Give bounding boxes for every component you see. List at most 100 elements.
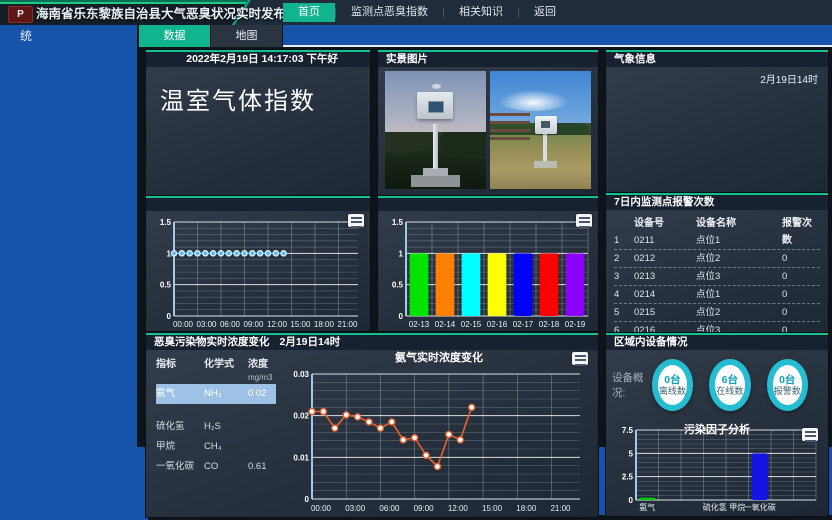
tab-row: 统 数据地图 [0,25,832,47]
app-title-wrap: 统 [20,25,32,47]
stat-circle-2: 6台在线数 [709,359,750,411]
nav-item-2[interactable]: 监测点恶臭指数 [336,3,443,22]
greenhouse-trend-svg: 00:0003:0006:0009:0012:0015:0018:0021:00… [148,212,368,329]
tab-1[interactable]: 数据 [139,25,210,47]
tab-2[interactable]: 地图 [211,25,282,47]
table-cell [248,437,276,457]
nav-item-3[interactable]: 相关知识 [444,3,518,22]
svg-text:5: 5 [629,449,634,458]
weather-date: 2月19日14时 [606,67,828,86]
table-cell: 0 [782,232,820,249]
table-cell: 0215 [634,304,696,321]
ammonia-chart-title: 氨气实时浓度变化 [280,350,598,367]
svg-text:0.02: 0.02 [293,412,309,421]
table-row: 30213点位30 [614,268,820,286]
svg-text:18:00: 18:00 [314,320,335,329]
svg-text:2.5: 2.5 [622,473,634,482]
svg-text:03:00: 03:00 [345,504,366,513]
daily-odor-index-svg: 02-1302-1402-1502-1602-1702-1802-1900.51… [380,212,596,329]
alarms-title: 7日内监测点报警次数 [614,195,714,210]
logo-icon: P [17,10,24,20]
odor-body: 指标化学式浓度mg/m3 氨气NH₃0.02硫化氢H₂S甲烷CH₄一氧化碳CO0… [146,350,598,515]
table-cell: 0 [782,250,820,267]
ammonia-trend-chart: 00:0003:0006:0009:0012:0015:0018:0021:00… [282,368,594,513]
svg-text:02-17: 02-17 [513,320,534,329]
main-nav: 首页监测点恶臭指数相关知识返回 [283,3,571,22]
svg-text:0: 0 [629,496,634,505]
table-cell: 点位3 [696,268,782,285]
photo-strip [378,67,598,189]
device-overview: 设备概况: 0台离线数6台在线数0台报警数 [606,350,828,415]
odor-table-body: 氨气NH₃0.02硫化氢H₂S甲烷CH₄一氧化碳CO0.61 [156,384,276,477]
photo-cloud [498,90,569,111]
photo-pedestal [423,168,447,176]
stat-label: 报警数 [774,386,801,397]
svg-text:00:00: 00:00 [173,320,194,329]
svg-text:06:00: 06:00 [220,320,241,329]
table-cell: 1 [614,232,634,249]
view-tabs: 数据地图 [139,25,283,47]
svg-text:03:00: 03:00 [196,320,217,329]
stat-circle-3: 0台报警数 [767,359,808,411]
table-row: 50215点位20 [614,304,820,322]
datetime-text: 2022年2月19日 14:17:03 下午好 [186,52,362,67]
ammonia-trend-svg: 00:0003:0006:0009:0012:0015:0018:0021:00… [282,368,594,513]
dashboard-root: P 海南省乐东黎族自治县大气恶臭状况实时发布系 首页监测点恶臭指数相关知识返回 … [0,0,832,520]
stat-circle-1: 0台离线数 [652,359,693,411]
table-cell: 0213 [634,268,696,285]
station-photo-field [490,71,591,189]
svg-text:02-16: 02-16 [487,320,508,329]
chart-menu-icon[interactable] [572,352,588,365]
station-photo-dusk [385,71,486,189]
table-cell: 点位2 [696,304,782,321]
table-cell: 4 [614,286,634,303]
alarm-table-header: 设备号设备名称报警次数 [614,215,820,232]
app-title: 海南省乐东黎族自治县大气恶臭状况实时发布系 [36,4,299,25]
table-cell: 2 [614,250,634,267]
chart-menu-icon[interactable] [802,428,818,441]
nav-item-4[interactable]: 返回 [519,3,571,22]
svg-text:1.5: 1.5 [392,218,404,227]
nav-item-1[interactable]: 首页 [283,3,335,22]
app-logo: P [8,6,33,23]
table-cell: 0.61 [248,457,276,477]
table-cell: 0211 [634,232,696,249]
photos-title: 实景图片 [386,52,428,67]
column-header: 化学式 [204,358,248,384]
svg-text:0.5: 0.5 [160,281,172,290]
chart-menu-icon[interactable] [348,214,364,227]
daily-chart-header [378,198,598,211]
svg-text:02-13: 02-13 [409,320,430,329]
svg-text:18:00: 18:00 [516,504,537,513]
table-cell: 3 [614,268,634,285]
weather-title: 气象信息 [614,52,656,67]
svg-text:02-14: 02-14 [435,320,456,329]
sidebar [0,47,137,520]
table-row: 10211点位10 [614,232,820,250]
svg-text:12:00: 12:00 [448,504,469,513]
odor-table-header: 指标化学式浓度mg/m3 [156,358,276,384]
table-row: 甲烷CH₄ [156,437,276,457]
tabrow-filler [283,25,832,47]
svg-text:氨气: 氨气 [639,502,655,512]
greenhouse-chart-header [146,198,370,211]
chart-menu-icon[interactable] [576,214,592,227]
photo-pole [433,124,438,169]
pollution-factor-svg: 氨气硫化氢甲烷一氧化碳02.557.5 [612,426,822,512]
odor-date: 2月19日14时 [280,335,341,350]
svg-text:00:00: 00:00 [311,504,332,513]
table-cell: 5 [614,304,634,321]
table-cell: 一氧化碳 [156,457,204,477]
svg-text:0.5: 0.5 [392,281,404,290]
odor-header: 恶臭污染物实时浓度变化 2月19日14时 [146,335,598,350]
svg-text:0: 0 [305,495,310,504]
photo-monitor-cabinet [417,92,453,119]
table-cell: 氨气 [156,384,204,404]
table-cell: CH₄ [204,437,248,457]
table-cell: 点位1 [696,286,782,303]
photo-monitor-cabinet [535,116,557,134]
table-cell: 硫化氢 [156,417,204,437]
panel-weather: 气象信息 2月19日14时 [606,50,828,192]
photos-header: 实景图片 [378,52,598,67]
table-cell: CO [204,457,248,477]
